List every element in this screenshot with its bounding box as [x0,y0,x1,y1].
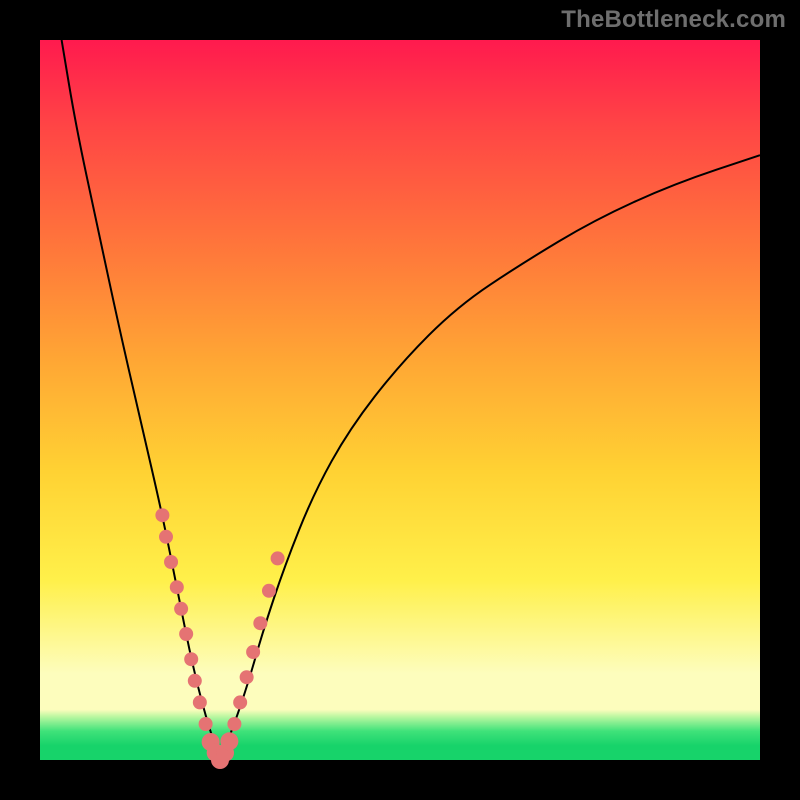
data-point [170,580,184,594]
data-point [155,508,169,522]
data-point [246,645,260,659]
data-point [184,652,198,666]
data-point [179,627,193,641]
data-point [262,584,276,598]
data-point [164,555,178,569]
bottleneck-curve [62,40,760,750]
data-point [188,674,202,688]
data-point [271,551,285,565]
outer-frame: TheBottleneck.com [0,0,800,800]
data-point [159,530,173,544]
watermark-text: TheBottleneck.com [561,6,786,34]
data-point [240,670,254,684]
scatter-points [155,508,284,769]
data-point [227,717,241,731]
data-point [233,695,247,709]
data-point [220,732,238,750]
data-point [174,602,188,616]
data-point [253,616,267,630]
chart-overlay [40,40,760,760]
data-point [193,695,207,709]
data-point [199,717,213,731]
